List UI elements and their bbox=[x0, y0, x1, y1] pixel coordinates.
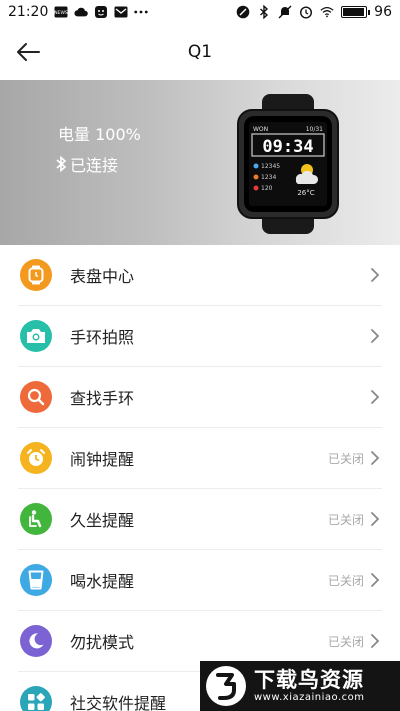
menu-item-status: 已关闭 bbox=[327, 635, 364, 649]
camera-icon bbox=[20, 320, 52, 352]
battery-level: 96 bbox=[374, 4, 392, 20]
battery-icon bbox=[341, 6, 371, 18]
mute-icon bbox=[278, 5, 292, 19]
back-button[interactable] bbox=[12, 36, 44, 68]
menu-item-status: 已关闭 bbox=[327, 574, 364, 588]
chevron-right-icon bbox=[371, 390, 380, 404]
bird-logo-icon bbox=[206, 666, 246, 706]
menu-item-water-reminder[interactable]: 喝水提醒 已关闭 bbox=[0, 550, 400, 611]
chevron-right-icon bbox=[371, 512, 380, 526]
status-time: 21:20 bbox=[8, 4, 49, 20]
menu-item-label: 闹钟提醒 bbox=[70, 450, 135, 469]
menu-item-label: 表盘中心 bbox=[70, 267, 135, 286]
menu-item-sedentary-reminder[interactable]: 久坐提醒 已关闭 bbox=[0, 489, 400, 550]
bluetooth-icon bbox=[56, 155, 67, 173]
chevron-right-icon bbox=[371, 268, 380, 282]
watch-time: 09:34 bbox=[262, 137, 313, 157]
title-bar: Q1 bbox=[0, 24, 400, 80]
menu-item-band-camera[interactable]: 手环拍照 bbox=[0, 306, 400, 367]
apps-icon bbox=[20, 686, 52, 711]
alarm-clock-icon bbox=[20, 442, 52, 474]
sedentary-icon bbox=[20, 503, 52, 535]
menu-item-label: 喝水提醒 bbox=[70, 572, 135, 591]
moon-icon bbox=[20, 625, 52, 657]
bluetooth-icon bbox=[257, 5, 271, 19]
news-icon: NEWS bbox=[54, 5, 68, 19]
menu-item-status: 已关闭 bbox=[327, 452, 364, 466]
svg-text:NEWS: NEWS bbox=[55, 10, 69, 16]
watch-temperature: 26°C bbox=[297, 189, 314, 197]
settings-list: 表盘中心 手环拍照 查找手环 闹钟提醒 已关闭 久坐提醒 已关闭 喝水提醒 已关… bbox=[0, 245, 400, 711]
chevron-right-icon bbox=[371, 634, 380, 648]
water-cup-icon bbox=[20, 564, 52, 596]
chevron-right-icon bbox=[371, 451, 380, 465]
watch-steps: 12345 bbox=[261, 163, 280, 170]
alarm-icon bbox=[299, 5, 313, 19]
connection-status: 已连接 bbox=[54, 152, 118, 176]
watch-heart: 120 bbox=[261, 185, 273, 192]
cloud-icon bbox=[74, 5, 89, 19]
menu-item-label: 查找手环 bbox=[70, 389, 135, 408]
page-title: Q1 bbox=[187, 42, 213, 62]
menu-item-label: 社交软件提醒 bbox=[70, 694, 167, 711]
nfc-icon bbox=[236, 5, 250, 19]
search-icon bbox=[20, 381, 52, 413]
kid-face-icon bbox=[94, 5, 108, 19]
watch-top-right: 10/31 bbox=[306, 126, 323, 133]
device-banner: 电量 100% 已连接 WON 10/31 09:34 12345 1234 1… bbox=[0, 80, 400, 245]
battery-status-text: 电量 100% bbox=[58, 125, 141, 144]
watch-calories: 1234 bbox=[261, 174, 276, 181]
menu-item-watch-face-center[interactable]: 表盘中心 bbox=[0, 245, 400, 306]
mail-icon bbox=[114, 5, 128, 19]
status-bar: 21:20 NEWS 96 bbox=[0, 0, 400, 24]
menu-item-label: 手环拍照 bbox=[70, 328, 135, 347]
menu-item-find-band[interactable]: 查找手环 bbox=[0, 367, 400, 428]
watermark-url: www.xiazainiao.com bbox=[254, 692, 365, 703]
back-arrow-icon bbox=[17, 43, 40, 61]
menu-item-alarm-reminder[interactable]: 闹钟提醒 已关闭 bbox=[0, 428, 400, 489]
connection-status-text: 已连接 bbox=[70, 156, 119, 175]
chevron-right-icon bbox=[371, 573, 380, 587]
watermark-badge: 下载鸟资源 www.xiazainiao.com bbox=[200, 661, 400, 711]
watch-top-left: WON bbox=[253, 126, 268, 133]
chevron-right-icon bbox=[371, 329, 380, 343]
menu-item-label: 勿扰模式 bbox=[70, 633, 135, 652]
menu-item-label: 久坐提醒 bbox=[70, 511, 135, 530]
watch-face-icon bbox=[20, 259, 52, 291]
watermark-title: 下载鸟资源 bbox=[254, 668, 364, 692]
wifi-icon bbox=[320, 5, 334, 19]
more-dots-icon bbox=[134, 5, 149, 19]
watch-image: WON 10/31 09:34 12345 1234 120 26°C bbox=[236, 94, 340, 234]
menu-item-status: 已关闭 bbox=[327, 513, 364, 527]
